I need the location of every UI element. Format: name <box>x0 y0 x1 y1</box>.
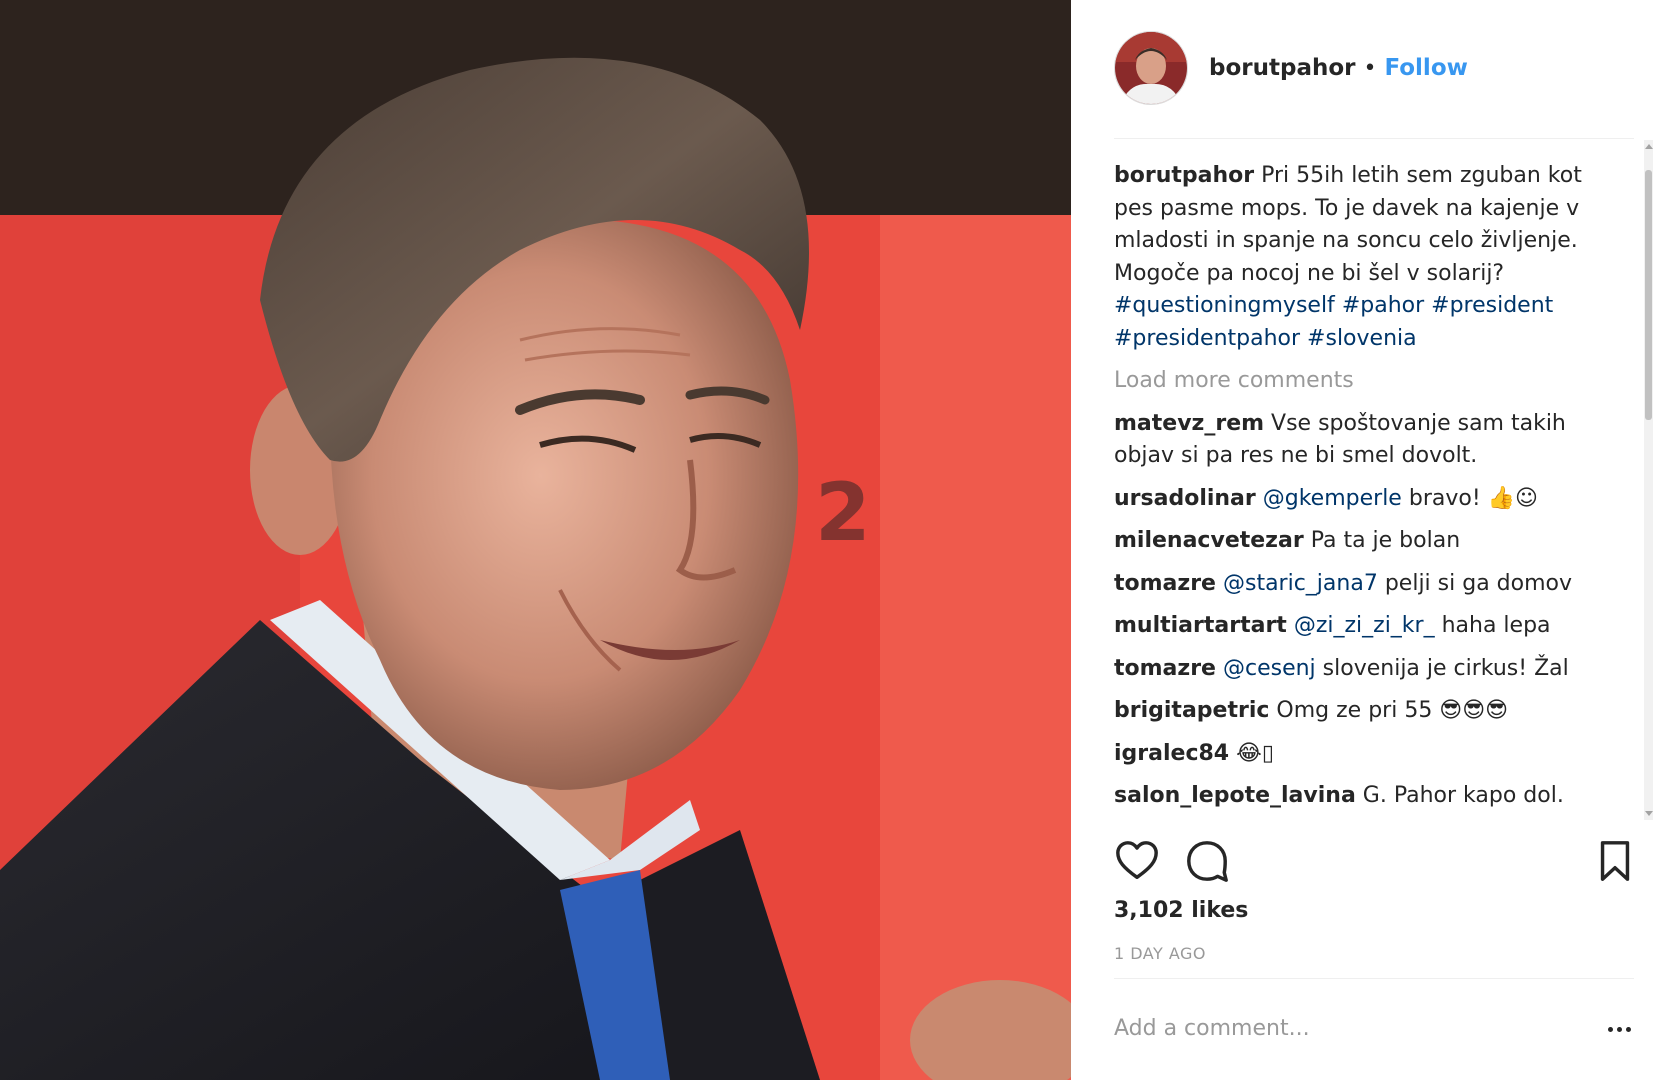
comment-username[interactable]: ursadolinar <box>1114 486 1256 511</box>
comment-text: bravo! 👍☺ <box>1408 485 1538 511</box>
comment-item: multiartartart @zi_zi_zi_kr_ haha lepa <box>1114 610 1594 643</box>
heart-icon <box>1116 841 1158 880</box>
hashtag[interactable]: #questioningmyself <box>1114 293 1335 318</box>
caption-username[interactable]: borutpahor <box>1114 163 1254 188</box>
comment-username[interactable]: tomazre <box>1114 571 1216 596</box>
comment-text: Omg ze pri 55 😎😎😎 <box>1276 698 1509 723</box>
comment-text: haha lepa <box>1441 613 1551 638</box>
post-photo[interactable]: 2 <box>0 0 1071 1080</box>
comment-item: milenacvetezar Pa ta je bolan <box>1114 525 1594 558</box>
comment-username[interactable]: milenacvetezar <box>1114 528 1304 553</box>
comment-text: 😂▯ <box>1236 740 1274 766</box>
scroll-down-arrow-icon[interactable] <box>1645 811 1653 816</box>
comment-text: G. Pahor kapo dol. <box>1362 783 1564 808</box>
divider <box>1114 138 1634 139</box>
comment-mention[interactable]: @cesenj <box>1223 656 1316 681</box>
comment-username[interactable]: tomazre <box>1114 656 1216 681</box>
comment-item: salon_lepote_lavina G. Pahor kapo dol. <box>1114 780 1594 813</box>
comments-list[interactable]: borutpahor Pri 55ih letih sem zguban kot… <box>1114 160 1594 820</box>
comment-item: ursadolinar @gkemperle bravo! 👍☺ <box>1114 483 1594 516</box>
comment-bubble-icon <box>1187 841 1228 882</box>
post-side-panel: borutpahor • Follow borutpahor Pri 55ih … <box>1071 0 1653 1080</box>
comment-text: Pa ta je bolan <box>1310 528 1461 553</box>
post-actions <box>1114 838 1634 888</box>
save-button[interactable] <box>1592 838 1638 884</box>
likes-count[interactable]: 3,102 likes <box>1114 898 1248 923</box>
post-timestamp: 1 DAY AGO <box>1114 944 1207 963</box>
post-photo-image: 2 <box>0 0 1071 1080</box>
comment-mention[interactable]: @staric_jana7 <box>1223 571 1378 596</box>
post-caption: borutpahor Pri 55ih letih sem zguban kot… <box>1114 160 1594 355</box>
more-options-dot <box>1607 1026 1613 1032</box>
more-options-dot <box>1625 1026 1631 1032</box>
comment-item: brigitapetric Omg ze pri 55 😎😎😎 <box>1114 695 1594 728</box>
follow-button[interactable]: Follow <box>1384 55 1467 81</box>
hashtag[interactable]: #presidentpahor <box>1114 326 1300 351</box>
add-comment-input[interactable] <box>1114 1008 1554 1048</box>
load-more-comments-button[interactable]: Load more comments <box>1114 365 1594 398</box>
header-username[interactable]: borutpahor <box>1209 55 1355 81</box>
comment-mention[interactable]: @zi_zi_zi_kr_ <box>1294 613 1435 638</box>
comment-username[interactable]: salon_lepote_lavina <box>1114 783 1356 808</box>
header-separator: • <box>1363 55 1377 81</box>
comments-scrollbar[interactable] <box>1644 140 1653 820</box>
svg-text:2: 2 <box>815 466 871 559</box>
divider <box>1114 978 1634 979</box>
comment-username[interactable]: multiartartart <box>1114 613 1287 638</box>
comment-username[interactable]: brigitapetric <box>1114 698 1269 723</box>
like-button[interactable] <box>1114 838 1160 884</box>
bookmark-icon <box>1600 841 1630 881</box>
comment-item: tomazre @staric_jana7 pelji si ga domov <box>1114 568 1594 601</box>
comment-username[interactable]: igralec84 <box>1114 741 1229 766</box>
post-header: borutpahor • Follow <box>1114 31 1634 105</box>
avatar[interactable] <box>1114 31 1188 105</box>
more-options-icon[interactable] <box>1604 1014 1634 1044</box>
comment-mention[interactable]: @gkemperle <box>1263 486 1402 511</box>
comment-item: igralec84 😂▯ <box>1114 738 1594 771</box>
comment-item: tomazre @cesenj slovenija je cirkus! Žal <box>1114 653 1594 686</box>
comment-text: slovenija je cirkus! Žal <box>1322 655 1569 681</box>
more-options-dot <box>1616 1026 1622 1032</box>
comment-text: pelji si ga domov <box>1384 570 1572 596</box>
scroll-up-arrow-icon[interactable] <box>1645 144 1653 149</box>
hashtag[interactable]: #slovenia <box>1307 326 1417 351</box>
comment-button[interactable] <box>1184 838 1230 884</box>
scrollbar-thumb[interactable] <box>1645 170 1652 420</box>
avatar-image <box>1115 32 1187 104</box>
hashtag[interactable]: #pahor <box>1342 293 1424 318</box>
comment-username[interactable]: matevz_rem <box>1114 411 1264 436</box>
comment-item: matevz_rem Vse spoštovanje sam takih obj… <box>1114 408 1594 473</box>
hashtag[interactable]: #president <box>1431 293 1553 318</box>
